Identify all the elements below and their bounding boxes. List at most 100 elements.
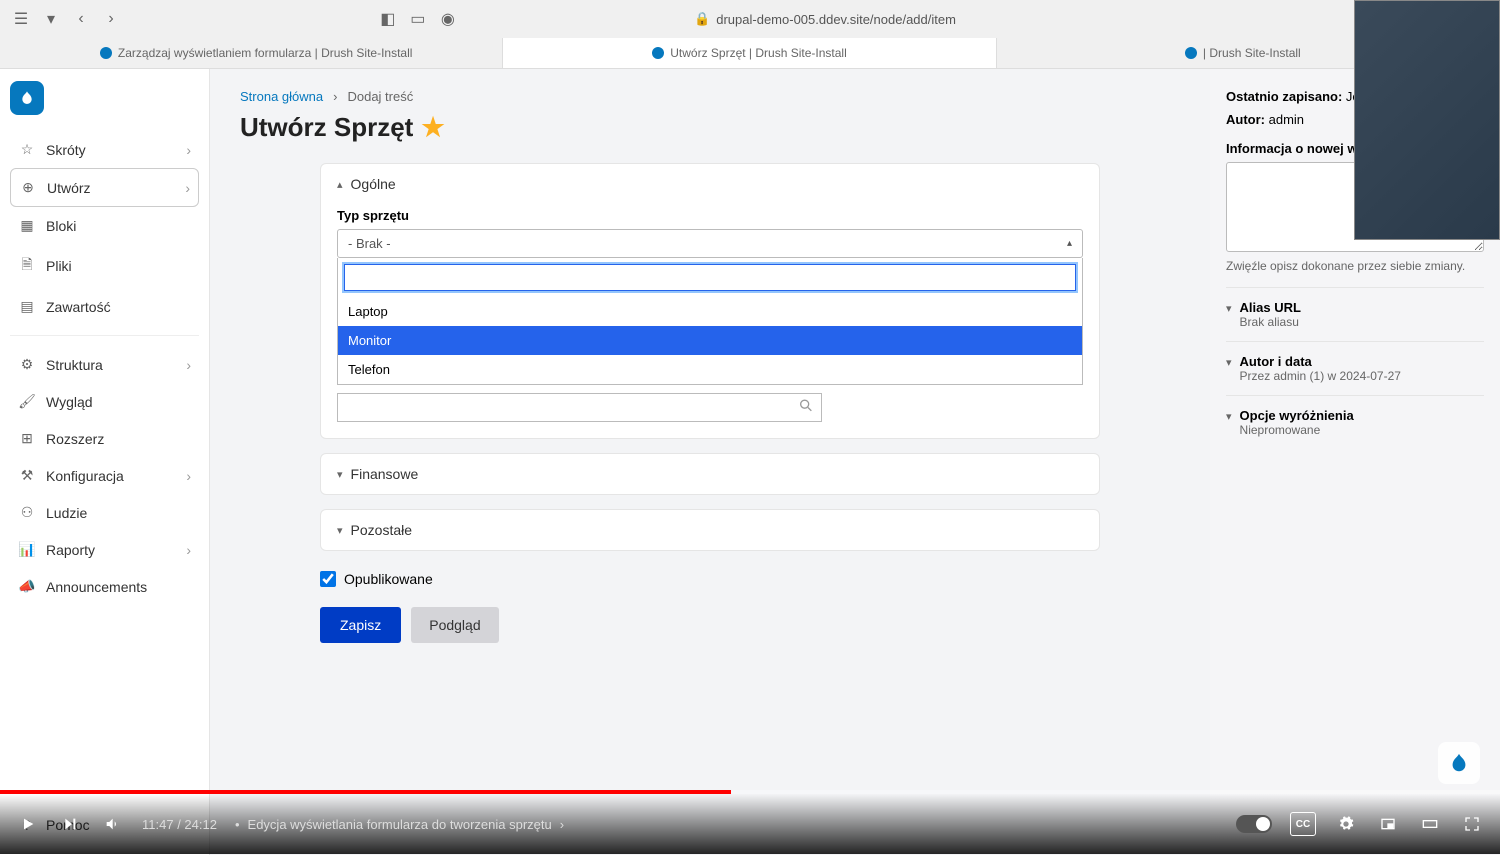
published-checkbox[interactable] — [320, 571, 336, 587]
next-icon[interactable] — [58, 812, 82, 836]
forward-icon[interactable]: › — [100, 8, 122, 30]
chart-icon: 📊 — [18, 541, 36, 558]
chevron-down-icon: ▾ — [1226, 356, 1232, 383]
time-display: 11:47 / 24:12 — [142, 817, 217, 832]
captions-icon[interactable]: CC — [1290, 812, 1316, 836]
sidebar-item-zawartość[interactable]: ▤Zawartość — [10, 288, 199, 325]
dropdown-icon[interactable]: ▾ — [40, 8, 62, 30]
section-general: ▴ Ogólne Typ sprzętu - Brak - ▴ LaptopMo… — [320, 163, 1100, 439]
sidebar-item-label: Raporty — [46, 542, 95, 558]
plus-icon: ⊕ — [19, 179, 37, 196]
settings-icon[interactable] — [1334, 812, 1358, 836]
sidebar-item-label: Announcements — [46, 579, 147, 595]
chevron-down-icon: ▾ — [1226, 302, 1232, 329]
sidebar-item-ludzie[interactable]: ⚇Ludzie — [10, 494, 199, 531]
last-saved-label: Ostatnio zapisano: — [1226, 89, 1342, 104]
type-field-label: Typ sprzętu — [337, 208, 1083, 223]
blocks-icon: ▦ — [18, 217, 36, 234]
sidebar-item-wygląd[interactable]: 🖌 Wygląd — [10, 383, 199, 420]
admin-sidebar: ☆ Skróty › ⊕ Utwórz › ▦ Bloki 🗎 Pliki ▤Zawartość ⚙S… — [0, 69, 210, 855]
star-icon: ☆ — [18, 141, 36, 158]
chevron-down-icon: ▾ — [1226, 410, 1232, 437]
brush-icon: 🖌 — [18, 393, 36, 410]
type-option-laptop[interactable]: Laptop — [338, 297, 1082, 326]
aside-accordion-2[interactable]: ▾Opcje wyróżnieniaNiepromowane — [1226, 395, 1484, 449]
browser-tab-0[interactable]: Zarządzaj wyświetlaniem formularza | Dru… — [10, 38, 503, 68]
chapter-title[interactable]: • Edycja wyświetlania formularza do twor… — [235, 817, 564, 832]
preview-button[interactable]: Podgląd — [411, 607, 498, 643]
aside-accordion-0[interactable]: ▾Alias URLBrak aliasu — [1226, 287, 1484, 341]
autoplay-toggle[interactable] — [1236, 815, 1272, 833]
sidebar-item-konfiguracja[interactable]: ⚒ Konfiguracja › — [10, 457, 199, 494]
chevron-down-icon: ▾ — [337, 468, 343, 481]
play-icon[interactable] — [16, 812, 40, 836]
sidebar-item-skróty[interactable]: ☆ Skróty › — [10, 131, 199, 168]
sidebar-item-label: Wygląd — [46, 394, 93, 410]
browser-tab-1[interactable]: Utwórz Sprzęt | Drush Site-Install — [503, 38, 996, 68]
theater-icon[interactable] — [1418, 812, 1442, 836]
sidebar-item-pliki[interactable]: 🗎 Pliki — [10, 244, 199, 288]
revision-help: Zwięźle opisz dokonane przez siebie zmia… — [1226, 259, 1484, 273]
reader-icon[interactable]: ▭ — [407, 8, 429, 30]
channel-watermark[interactable] — [1438, 742, 1480, 784]
sidebar-item-struktura[interactable]: ⚙Struktura› — [10, 346, 199, 383]
extension-icon[interactable]: ◉ — [437, 8, 459, 30]
video-player: 11:47 / 24:12 • Edycja wyświetlania form… — [0, 794, 1500, 854]
url-bar[interactable]: 🔒 drupal-demo-005.ddev.site/node/add/ite… — [467, 11, 1183, 27]
sidebar-item-raporty[interactable]: 📊 Raporty › — [10, 531, 199, 568]
chevron-right-icon: › — [186, 468, 191, 484]
section-financial-header[interactable]: ▾ Finansowe — [321, 454, 1099, 494]
breadcrumb-home[interactable]: Strona główna — [240, 89, 323, 104]
section-financial: ▾ Finansowe — [320, 453, 1100, 495]
type-option-monitor[interactable]: Monitor — [338, 326, 1082, 355]
miniplayer-icon[interactable] — [1376, 812, 1400, 836]
chevron-up-icon: ▴ — [337, 178, 343, 191]
chevron-right-icon: › — [186, 542, 191, 558]
sliders-icon: ⚒ — [18, 467, 36, 484]
volume-icon[interactable] — [100, 812, 124, 836]
browser-toolbar: ☰ ▾ ‹ › ◧ ▭ ◉ 🔒 drupal-demo-005.ddev.sit… — [0, 0, 1500, 38]
chevron-right-icon: › — [186, 142, 191, 158]
type-dropdown-search[interactable] — [344, 264, 1076, 291]
progress-bar[interactable] — [0, 790, 1500, 794]
sidebar-item-label: Utwórz — [47, 180, 91, 196]
sidebar-item-label: Zawartość — [46, 299, 111, 315]
section-other-header[interactable]: ▾ Pozostałe — [321, 510, 1099, 550]
sidebar-item-announcements[interactable]: 📣Announcements — [10, 568, 199, 605]
sidebar-item-label: Rozszerz — [46, 431, 104, 447]
autocomplete-input[interactable] — [337, 393, 822, 422]
type-option-telefon[interactable]: Telefon — [338, 355, 1082, 384]
file-icon: 🗎 — [18, 254, 36, 278]
back-icon[interactable]: ‹ — [70, 8, 92, 30]
sidebar-item-rozszerz[interactable]: ⊞ Rozszerz — [10, 420, 199, 457]
aside-accordion-1[interactable]: ▾Autor i dataPrzez admin (1) w 2024-07-2… — [1226, 341, 1484, 395]
shield-icon[interactable]: ◧ — [377, 8, 399, 30]
sidebar-item-label: Bloki — [46, 218, 76, 234]
star-icon[interactable]: ★ — [421, 112, 444, 143]
author-value: admin — [1269, 112, 1304, 127]
sidebar-item-label: Struktura — [46, 357, 103, 373]
sidebar-item-label: Konfiguracja — [46, 468, 124, 484]
puzzle-icon: ⊞ — [18, 430, 36, 447]
sidebar-item-label: Skróty — [46, 142, 86, 158]
drupal-logo[interactable] — [10, 81, 44, 115]
type-select[interactable]: - Brak - ▴ — [337, 229, 1083, 258]
breadcrumb-add: Dodaj treść — [347, 89, 413, 104]
sidebar-toggle-icon[interactable]: ☰ — [10, 8, 32, 30]
type-dropdown: LaptopMonitorTelefon — [337, 258, 1083, 385]
tab-strip: Zarządzaj wyświetlaniem formularza | Dru… — [0, 38, 1500, 68]
fullscreen-icon[interactable] — [1460, 812, 1484, 836]
chevron-right-icon: › — [560, 817, 564, 832]
save-button[interactable]: Zapisz — [320, 607, 401, 643]
section-other: ▾ Pozostałe — [320, 509, 1100, 551]
chevron-down-icon: ▾ — [337, 524, 343, 537]
sidebar-item-utwórz[interactable]: ⊕Utwórz› — [10, 168, 199, 207]
page-title: Utwórz Sprzęt ★ — [240, 112, 1180, 143]
section-general-header[interactable]: ▴ Ogólne — [321, 164, 1099, 204]
progress-fill — [0, 790, 731, 794]
people-icon: ⚇ — [18, 504, 36, 521]
sidebar-item-label: Pliki — [46, 258, 72, 274]
autocomplete-field — [337, 393, 1083, 422]
lock-icon: 🔒 — [694, 11, 710, 27]
sidebar-item-bloki[interactable]: ▦ Bloki — [10, 207, 199, 244]
